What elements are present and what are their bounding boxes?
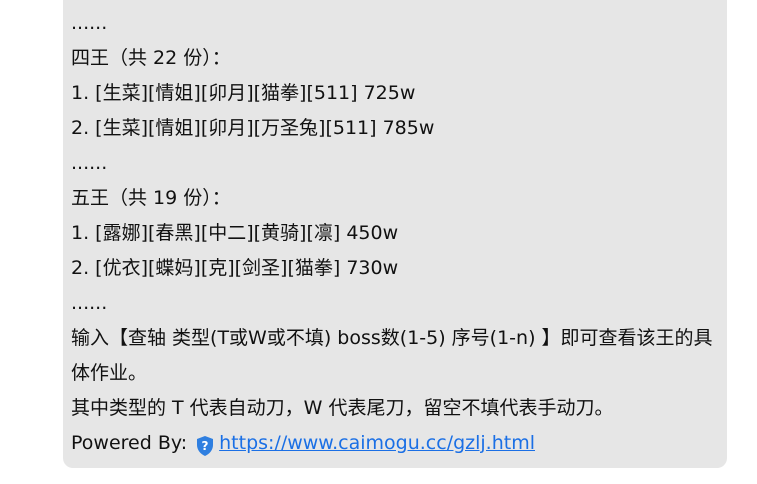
list-item: 1. [生菜][情姐][卯月][猫拳][511] 725w	[71, 82, 416, 104]
shield-question-icon: ?	[197, 435, 214, 456]
caimogu-link[interactable]: https://www.caimogu.cc/gzlj.html	[219, 426, 535, 461]
ellipsis-line: ......	[71, 152, 108, 174]
list-item: 2. [优衣][蝶妈][克][剑圣][猫拳] 730w	[71, 257, 399, 279]
ellipsis-line: ......	[71, 292, 108, 314]
list-item: 1. [露娜][春黑][中二][黄骑][凛] 450w	[71, 222, 399, 244]
type-explanation: 其中类型的 T 代表自动刀，W 代表尾刀，留空不填代表手动刀。	[71, 397, 614, 419]
ellipsis-line: ......	[71, 12, 108, 34]
section-header-five-kings: 五王（共 19 份）：	[71, 187, 231, 209]
chat-message-bubble: ...... 四王（共 22 份）： 1. [生菜][情姐][卯月][猫拳][5…	[63, 0, 727, 468]
powered-by-label: Powered By:	[71, 432, 188, 454]
section-header-four-kings: 四王（共 22 份）：	[71, 47, 231, 69]
svg-text:?: ?	[202, 439, 209, 453]
usage-instruction: 输入【查轴 类型(T或W或不填) boss数(1-5) 序号(1-n) 】即可查…	[71, 327, 713, 384]
list-item: 2. [生菜][情姐][卯月][万圣兔][511] 785w	[71, 117, 435, 139]
powered-by-row: Powered By: ? https://www.caimogu.cc/gzl…	[71, 426, 719, 461]
